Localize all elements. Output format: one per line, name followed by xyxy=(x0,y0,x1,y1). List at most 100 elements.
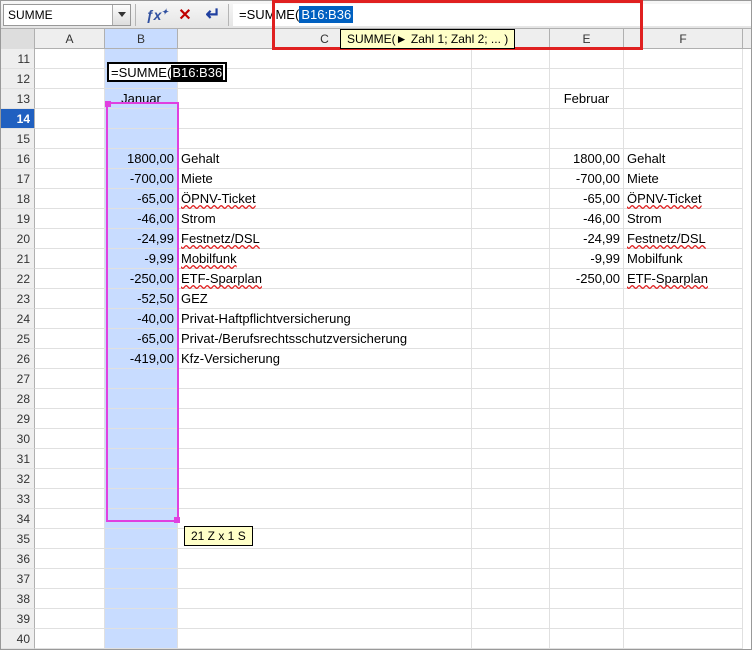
cell-E36[interactable] xyxy=(550,549,624,569)
cell-F16[interactable]: Gehalt xyxy=(624,149,743,169)
row-header-13[interactable]: 13 xyxy=(1,89,35,109)
col-header-A[interactable]: A xyxy=(35,29,105,48)
cell-F28[interactable] xyxy=(624,389,743,409)
cell-F40[interactable] xyxy=(624,629,743,649)
cell-F38[interactable] xyxy=(624,589,743,609)
cell-B21[interactable]: -9,99 xyxy=(105,249,178,269)
row-header-14[interactable]: 14 xyxy=(1,109,35,129)
row-header-22[interactable]: 22 xyxy=(1,269,35,289)
cell-C14[interactable] xyxy=(178,109,472,129)
cell-D17[interactable] xyxy=(472,169,550,189)
row-header-25[interactable]: 25 xyxy=(1,329,35,349)
cell-D14[interactable] xyxy=(472,109,550,129)
cell-A35[interactable] xyxy=(35,529,105,549)
cell-D40[interactable] xyxy=(472,629,550,649)
cell-A26[interactable] xyxy=(35,349,105,369)
row-header-31[interactable]: 31 xyxy=(1,449,35,469)
accept-button[interactable]: ↵ xyxy=(202,4,224,26)
cell-A30[interactable] xyxy=(35,429,105,449)
cell-C13[interactable] xyxy=(178,89,472,109)
cell-B14[interactable] xyxy=(105,109,178,129)
row-header-20[interactable]: 20 xyxy=(1,229,35,249)
row-header-11[interactable]: 11 xyxy=(1,49,35,69)
cell-B40[interactable] xyxy=(105,629,178,649)
cell-F24[interactable] xyxy=(624,309,743,329)
row-header-30[interactable]: 30 xyxy=(1,429,35,449)
row-header-19[interactable]: 19 xyxy=(1,209,35,229)
cell-D11[interactable] xyxy=(472,49,550,69)
cell-C39[interactable] xyxy=(178,609,472,629)
cell-F32[interactable] xyxy=(624,469,743,489)
cell-C37[interactable] xyxy=(178,569,472,589)
cell-F20[interactable]: Festnetz/DSL xyxy=(624,229,743,249)
cell-F21[interactable]: Mobilfunk xyxy=(624,249,743,269)
row-header-23[interactable]: 23 xyxy=(1,289,35,309)
row-header-18[interactable]: 18 xyxy=(1,189,35,209)
cell-F27[interactable] xyxy=(624,369,743,389)
cell-E21[interactable]: -9,99 xyxy=(550,249,624,269)
cell-F23[interactable] xyxy=(624,289,743,309)
cell-D28[interactable] xyxy=(472,389,550,409)
cell-E34[interactable] xyxy=(550,509,624,529)
cell-F18[interactable]: ÖPNV-Ticket xyxy=(624,189,743,209)
cell-D18[interactable] xyxy=(472,189,550,209)
row-header-37[interactable]: 37 xyxy=(1,569,35,589)
cell-F14[interactable] xyxy=(624,109,743,129)
row-header-21[interactable]: 21 xyxy=(1,249,35,269)
cell-C32[interactable] xyxy=(178,469,472,489)
cell-E11[interactable] xyxy=(550,49,624,69)
cell-E30[interactable] xyxy=(550,429,624,449)
cell-A36[interactable] xyxy=(35,549,105,569)
cell-E24[interactable] xyxy=(550,309,624,329)
cell-F30[interactable] xyxy=(624,429,743,449)
cell-B24[interactable]: -40,00 xyxy=(105,309,178,329)
cell-E38[interactable] xyxy=(550,589,624,609)
cell-B34[interactable] xyxy=(105,509,178,529)
cell-B26[interactable]: -419,00 xyxy=(105,349,178,369)
cell-B35[interactable] xyxy=(105,529,178,549)
select-all-corner[interactable] xyxy=(1,29,35,49)
cell-D35[interactable] xyxy=(472,529,550,549)
row-header-12[interactable]: 12 xyxy=(1,69,35,89)
cell-E31[interactable] xyxy=(550,449,624,469)
cell-D30[interactable] xyxy=(472,429,550,449)
cell-F29[interactable] xyxy=(624,409,743,429)
cell-A39[interactable] xyxy=(35,609,105,629)
cell-B31[interactable] xyxy=(105,449,178,469)
row-header-17[interactable]: 17 xyxy=(1,169,35,189)
cell-C19[interactable]: Strom xyxy=(178,209,472,229)
cell-E29[interactable] xyxy=(550,409,624,429)
cell-A13[interactable] xyxy=(35,89,105,109)
name-box[interactable]: SUMME xyxy=(3,4,131,26)
cell-E19[interactable]: -46,00 xyxy=(550,209,624,229)
cell-F31[interactable] xyxy=(624,449,743,469)
cell-C15[interactable] xyxy=(178,129,472,149)
cell-F11[interactable] xyxy=(624,49,743,69)
formula-bar[interactable]: =SUMME(B16:B36 xyxy=(233,4,751,26)
cell-F12[interactable] xyxy=(624,69,743,89)
cell-E15[interactable] xyxy=(550,129,624,149)
cell-F22[interactable]: ETF-Sparplan xyxy=(624,269,743,289)
cell-A31[interactable] xyxy=(35,449,105,469)
cell-B22[interactable]: -250,00 xyxy=(105,269,178,289)
cell-E16[interactable]: 1800,00 xyxy=(550,149,624,169)
row-header-32[interactable]: 32 xyxy=(1,469,35,489)
cell-A12[interactable] xyxy=(35,69,105,89)
cell-E17[interactable]: -700,00 xyxy=(550,169,624,189)
cell-B13[interactable]: Januar xyxy=(105,89,178,109)
cell-D13[interactable] xyxy=(472,89,550,109)
cell-E33[interactable] xyxy=(550,489,624,509)
cell-A17[interactable] xyxy=(35,169,105,189)
cell-B19[interactable]: -46,00 xyxy=(105,209,178,229)
cell-A18[interactable] xyxy=(35,189,105,209)
cell-F15[interactable] xyxy=(624,129,743,149)
row-header-34[interactable]: 34 xyxy=(1,509,35,529)
cell-A20[interactable] xyxy=(35,229,105,249)
row-header-38[interactable]: 38 xyxy=(1,589,35,609)
row-header-27[interactable]: 27 xyxy=(1,369,35,389)
cell-D31[interactable] xyxy=(472,449,550,469)
cell-D34[interactable] xyxy=(472,509,550,529)
cell-A40[interactable] xyxy=(35,629,105,649)
cell-F33[interactable] xyxy=(624,489,743,509)
cell-F26[interactable] xyxy=(624,349,743,369)
